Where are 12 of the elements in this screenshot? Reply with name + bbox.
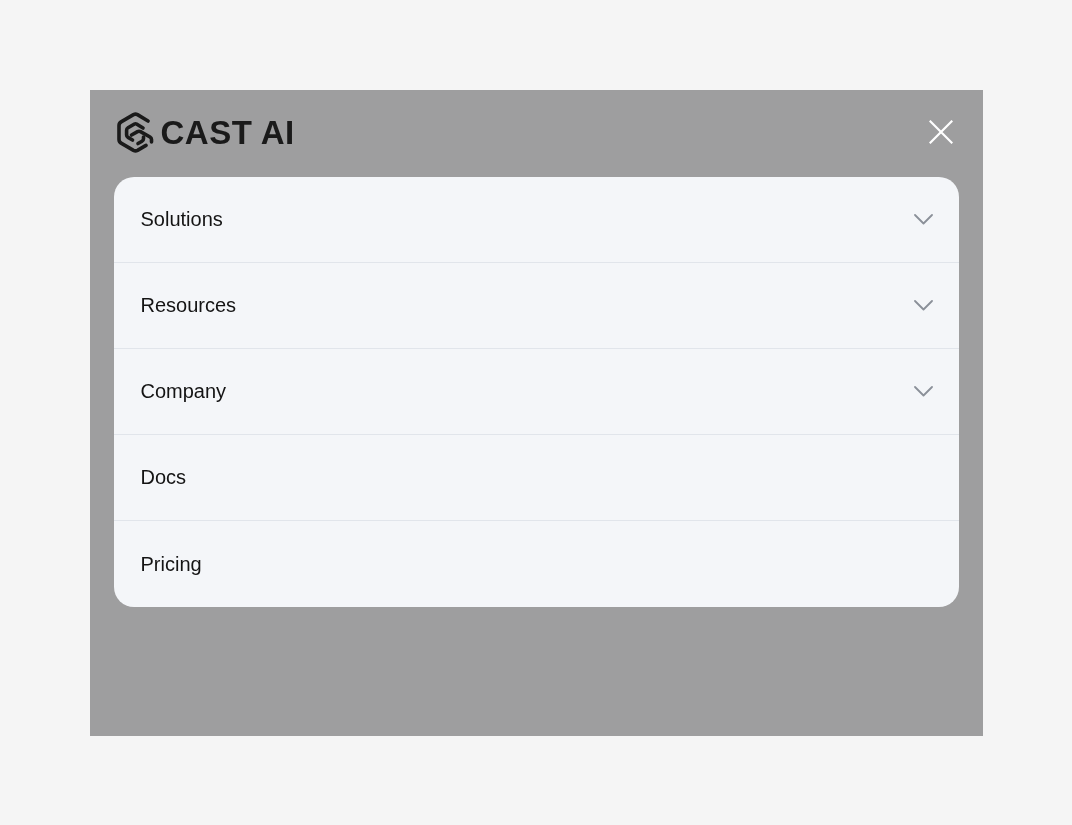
menu-item[interactable]: Pricing: [113, 520, 959, 607]
chevron-down-icon: [913, 385, 933, 397]
logo-icon: [116, 111, 154, 153]
menu-item[interactable]: Docs: [113, 434, 959, 521]
close-icon: [928, 120, 953, 144]
menu-item[interactable]: Company: [113, 348, 959, 435]
chevron-down-icon: [913, 299, 933, 311]
logo-text: CAST AI: [160, 115, 295, 149]
chevron-down-icon: [913, 213, 933, 225]
menu-item[interactable]: Solutions: [113, 176, 959, 263]
close-button[interactable]: [928, 120, 953, 144]
menu-item[interactable]: Resources: [113, 262, 959, 349]
